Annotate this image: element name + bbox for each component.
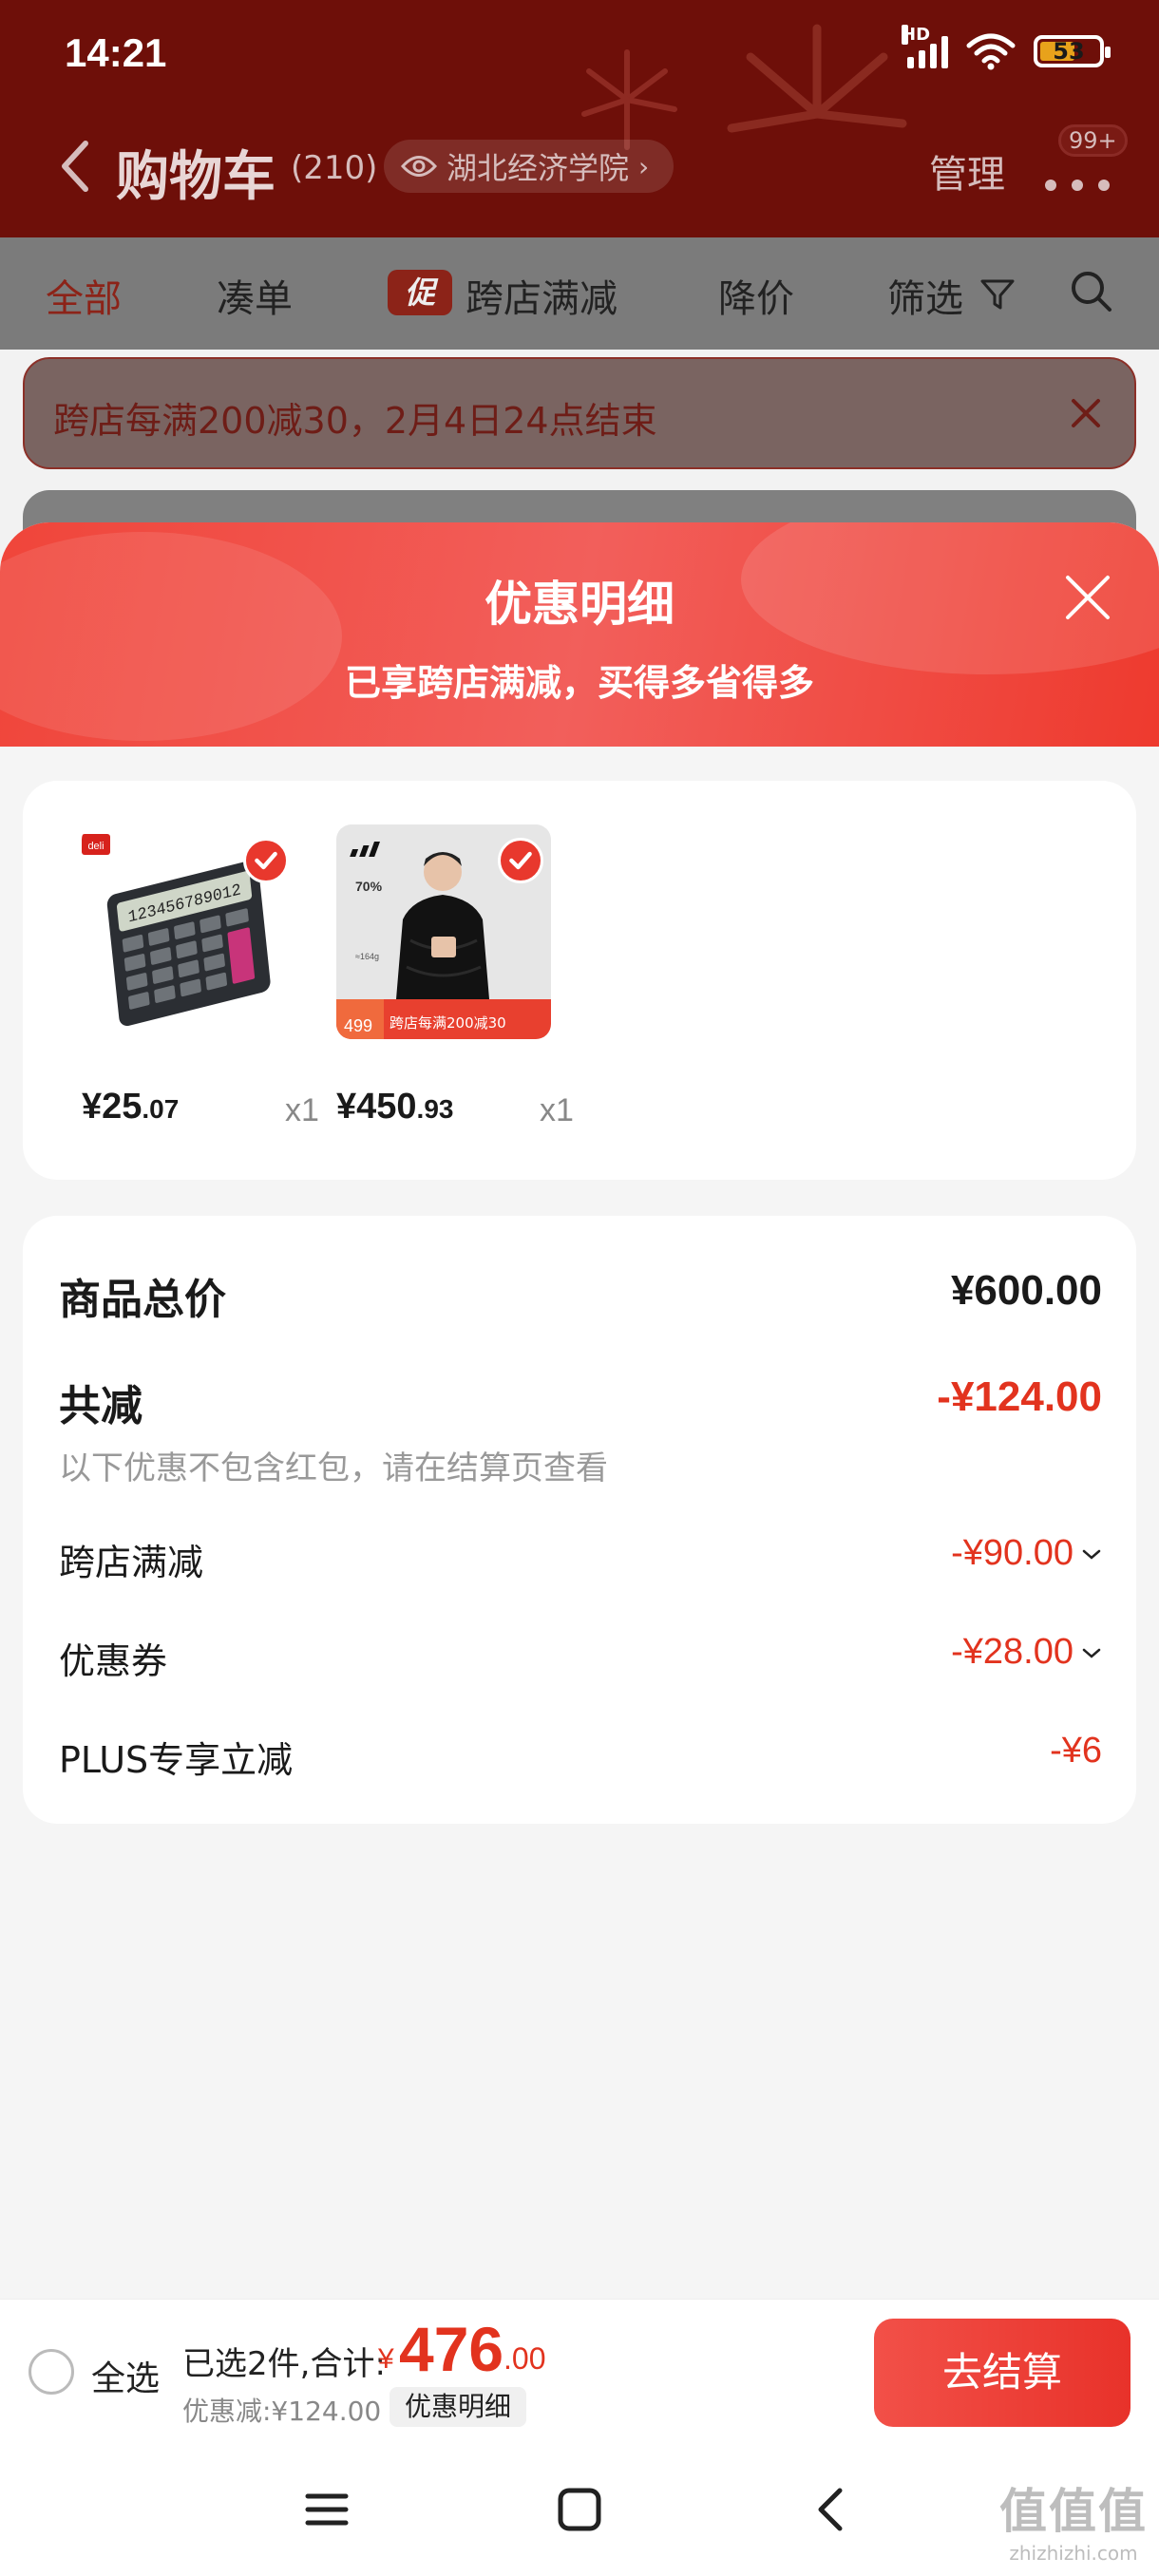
close-icon[interactable] xyxy=(1068,395,1104,431)
checked-icon[interactable] xyxy=(498,838,543,883)
cross-store-discount-value: -¥90.00 xyxy=(951,1533,1074,1573)
discount-detail-button[interactable]: 优惠明细 xyxy=(390,2387,527,2427)
tab-filter[interactable]: 筛选 xyxy=(887,268,963,323)
battery-level: 53 xyxy=(1053,38,1085,65)
watermark-url: zhizhizhi.com xyxy=(1009,2542,1138,2565)
page-title: 购物车 xyxy=(116,146,276,208)
total-amount-decimal: .00 xyxy=(504,2341,546,2376)
plus-discount-label: PLUS专享立减 xyxy=(59,1739,294,1781)
product-image-calculator[interactable]: deli 123456789012 xyxy=(82,824,296,1039)
eye-icon xyxy=(401,156,437,177)
total-discount-value: -¥124.00 xyxy=(937,1373,1102,1420)
chevron-right-icon: › xyxy=(638,150,650,182)
home-icon[interactable] xyxy=(553,2483,606,2536)
tab-cross-store[interactable]: 跨店满减 xyxy=(466,268,618,323)
wifi-icon xyxy=(966,33,1016,70)
currency-symbol: ¥ xyxy=(378,2343,394,2375)
saved-amount: 优惠减:¥124.00 xyxy=(182,2396,382,2427)
more-dots-icon[interactable] xyxy=(1039,162,1115,200)
chevron-down-icon[interactable] xyxy=(1081,1647,1102,1660)
product-price: ¥450.93 xyxy=(336,1087,454,1127)
total-amount: 476 xyxy=(399,2314,504,2384)
discount-detail-sheet: 优惠明细 已享跨店满减，买得多省得多 deli 123456789012 ¥25… xyxy=(0,522,1159,2299)
product-quantity: x1 xyxy=(540,1092,574,1128)
system-nav-bar: 值值值 zhizhizhi.com xyxy=(0,2441,1159,2576)
product-quantity: x1 xyxy=(285,1092,319,1128)
close-icon[interactable] xyxy=(1062,572,1113,623)
chevron-down-icon[interactable] xyxy=(1081,1548,1102,1562)
status-time: 14:21 xyxy=(65,30,167,75)
discount-summary-card: 商品总价 ¥600.00 共减 -¥124.00 以下优惠不包含红包，请在结算页… xyxy=(23,1216,1136,1824)
filter-icon[interactable] xyxy=(978,275,1016,313)
sheet-header: 优惠明细 已享跨店满减，买得多省得多 xyxy=(0,522,1159,747)
battery-icon: 53 xyxy=(1034,35,1111,67)
total-price-label: 商品总价 xyxy=(59,1276,226,1324)
svg-text:deli: deli xyxy=(87,841,104,852)
cart-count: (210) xyxy=(291,149,378,187)
discount-note: 以下优惠不包含红包，请在结算页查看 xyxy=(59,1449,608,1487)
back-icon[interactable] xyxy=(806,2483,859,2536)
menu-icon[interactable] xyxy=(300,2483,353,2536)
tab-bundle[interactable]: 凑单 xyxy=(217,268,293,323)
signal-icon: HD xyxy=(902,25,948,68)
watermark-logo: 值值值 xyxy=(999,2484,1148,2539)
filter-tabs: 全部 凑单 促 跨店满减 降价 筛选 xyxy=(0,237,1159,350)
cart-top-bar: 购物车 (210) 湖北经济学院 › 管理 99+ xyxy=(0,24,1159,237)
checked-icon[interactable] xyxy=(243,838,289,883)
location-label: 湖北经济学院 xyxy=(446,150,630,186)
coupon-discount-label: 优惠券 xyxy=(59,1640,168,1682)
tab-all[interactable]: 全部 xyxy=(46,268,122,323)
cross-store-discount-row[interactable]: -¥90.00 xyxy=(951,1533,1102,1574)
promo-banner[interactable]: 跨店每满200减30，2月4日24点结束 xyxy=(23,357,1136,469)
coupon-discount-value: -¥28.00 xyxy=(951,1632,1074,1672)
products-card: deli 123456789012 ¥25.07 x1 70% ≈164g 49… xyxy=(23,781,1136,1180)
search-icon[interactable] xyxy=(1068,268,1113,313)
location-selector[interactable]: 湖北经济学院 › xyxy=(384,140,674,193)
sheet-subtitle: 已享跨店满减，买得多省得多 xyxy=(344,662,814,704)
total-discount-label: 共减 xyxy=(59,1382,142,1430)
svg-text:跨店每满200减30: 跨店每满200减30 xyxy=(390,1014,506,1032)
plus-discount-value: -¥6 xyxy=(1050,1731,1102,1771)
svg-text:70%: 70% xyxy=(355,879,383,894)
product-price: ¥25.07 xyxy=(82,1087,180,1127)
select-all-label[interactable]: 全选 xyxy=(91,2351,160,2400)
product-image-jacket[interactable]: 70% ≈164g 499 跨店每满200减30 xyxy=(336,824,551,1039)
message-badge: 99+ xyxy=(1058,124,1128,157)
total-price-value: ¥600.00 xyxy=(950,1267,1102,1314)
svg-text:499: 499 xyxy=(344,1016,372,1035)
svg-text:≈164g: ≈164g xyxy=(355,952,379,961)
cross-store-discount-label: 跨店满减 xyxy=(59,1542,204,1583)
status-icons: HD 53 xyxy=(902,25,1111,70)
coupon-discount-row[interactable]: -¥28.00 xyxy=(951,1632,1102,1673)
sheet-title: 优惠明细 xyxy=(484,577,674,632)
manage-button[interactable]: 管理 xyxy=(929,143,1005,199)
tab-price-drop[interactable]: 降价 xyxy=(718,268,794,323)
checkout-button[interactable]: 去结算 xyxy=(874,2319,1130,2427)
firework-decoration-large xyxy=(727,24,907,133)
product-item[interactable]: deli 123456789012 ¥25.07 x1 xyxy=(82,824,319,1128)
promo-badge: 促 xyxy=(388,270,452,315)
select-all-radio[interactable] xyxy=(28,2349,74,2395)
watermark: 值值值 zhizhizhi.com xyxy=(999,2473,1148,2565)
promo-banner-text: 跨店每满200减30，2月4日24点结束 xyxy=(53,400,657,442)
product-item[interactable]: 70% ≈164g 499 跨店每满200减30 ¥450.93 x1 xyxy=(336,824,574,1128)
back-chevron-icon[interactable] xyxy=(57,138,95,195)
checkout-bar: 全选 已选2件,合计: ¥ 476 .00 优惠减:¥124.00 优惠明细 去… xyxy=(0,2299,1159,2441)
selected-count-text: 已选2件,合计: xyxy=(182,2345,386,2383)
